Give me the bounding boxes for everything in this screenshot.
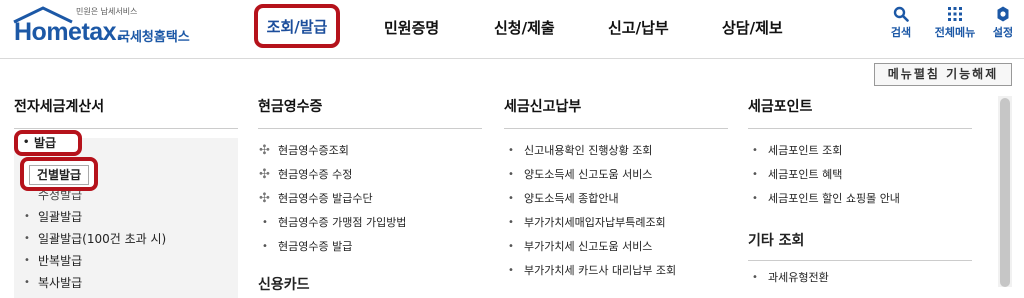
menu-item[interactable]: • 부가가치세 신고도움 서비스 (504, 235, 728, 259)
column-tax-report-payment: 세금신고납부 • 신고내용확인 진행상황 조회 • 양도소득세 신고도움 서비스 •… (504, 96, 728, 283)
submenu-list: • 일괄발급 • 일괄발급(100건 초과 시) • 반복발급 • 복사발급 (14, 206, 166, 294)
grid-menu-icon (948, 7, 962, 21)
bullet-icon: • (508, 217, 514, 228)
search-icon (893, 6, 909, 22)
bullet-icon: • (508, 193, 514, 204)
menu-item-repeat-issue[interactable]: • 반복발급 (14, 250, 166, 272)
all-menu-button[interactable]: 전체메뉴 (930, 6, 980, 40)
bullet-icon: • (262, 217, 268, 228)
menu-item[interactable]: • 세금포인트 혜택 (748, 163, 972, 187)
hometax-logo[interactable]: 민원은 납세서비스 Hometax. 국세청홈택스 (12, 4, 212, 54)
menu-item[interactable]: • 양도소득세 신고도움 서비스 (504, 163, 728, 187)
bullet-icon: • (508, 265, 514, 276)
menu-list: ✣ 현금영수증조회 ✣ 현금영수증 수정 ✣ 현금영수증 발급수단 • 현금영수증 가맹… (258, 139, 482, 259)
column-title-credit-card[interactable]: 신용카드 (258, 274, 310, 294)
column-title[interactable]: 세금포인트 (748, 96, 972, 129)
bullet-icon: • (508, 145, 514, 156)
search-button[interactable]: 검색 (876, 6, 926, 40)
menu-item[interactable]: • 부가가치세 카드사 대리납부 조회 (504, 259, 728, 283)
menu-item[interactable]: • 현금영수증 발급 (258, 235, 482, 259)
menu-item-copy-issue[interactable]: • 복사발급 (14, 272, 166, 294)
menu-item-label: 발급 (34, 136, 57, 150)
bullet-icon: • (262, 241, 268, 252)
menu-item[interactable]: ✣ 현금영수증 수정 (258, 163, 482, 187)
nav-consult-report[interactable]: 상담/제보 (722, 17, 783, 38)
logo-subtitle: 민원은 납세서비스 (76, 7, 138, 16)
menu-item-individual-issue[interactable]: 건별발급 (20, 157, 98, 191)
bullet-icon: • (24, 277, 30, 288)
column-title[interactable]: 전자세금계산서 (14, 96, 238, 129)
logo-korean-text: 국세청홈택스 (118, 30, 190, 45)
bullet-icon: • (508, 169, 514, 180)
menu-item[interactable]: ✣ 현금영수증 발급수단 (258, 187, 482, 211)
plus-icon: ✣ (259, 143, 270, 158)
plus-icon: ✣ (259, 191, 270, 206)
settings-button[interactable]: 설정 (978, 6, 1024, 40)
menu-fix-off-button[interactable]: 메뉴펼침 기능해제 (874, 63, 1012, 86)
bullet-icon: • (24, 211, 30, 222)
menu-item[interactable]: • 세금포인트 할인 쇼핑몰 안내 (748, 187, 972, 211)
bullet-icon: • (752, 169, 758, 180)
menu-item[interactable]: • 세금포인트 조회 (748, 139, 972, 163)
bullet-icon: • (23, 137, 30, 148)
column-title[interactable]: 현금영수증 (258, 96, 482, 129)
bullet-icon: • (752, 145, 758, 156)
column-e-tax-invoice: 전자세금계산서 (14, 96, 238, 129)
menu-item[interactable]: • 부가가치세매입자납부특례조회 (504, 211, 728, 235)
column-cash-receipt: 현금영수증 ✣ 현금영수증조회 ✣ 현금영수증 수정 ✣ 현금영수증 발급수단 • 현금… (258, 96, 482, 259)
plus-icon: ✣ (259, 167, 270, 182)
nav-report-payment[interactable]: 신고/납부 (608, 17, 669, 38)
bullet-icon: • (24, 233, 30, 244)
menu-list: • 신고내용확인 진행상황 조회 • 양도소득세 신고도움 서비스 • 양도소득세 종… (504, 139, 728, 283)
menu-item[interactable]: • 신고내용확인 진행상황 조회 (504, 139, 728, 163)
column-title-other-inquiry[interactable]: 기타 조회 (748, 232, 972, 261)
bullet-icon: • (508, 241, 514, 252)
menu-item[interactable]: • 현금영수증 가맹점 가입방법 (258, 211, 482, 235)
menu-list: • 세금포인트 조회 • 세금포인트 혜택 • 세금포인트 할인 쇼핑몰 안내 (748, 139, 972, 211)
column-tax-point: 세금포인트 • 세금포인트 조회 • 세금포인트 혜택 • 세금포인트 할인 쇼핑몰 … (748, 96, 972, 211)
gear-icon (997, 6, 1009, 22)
nav-inquiry-issue[interactable]: 조회/발급 (254, 4, 340, 48)
settings-label: 설정 (992, 26, 1014, 39)
column-title[interactable]: 세금신고납부 (504, 96, 728, 129)
menu-item[interactable]: • 양도소득세 종합안내 (504, 187, 728, 211)
menu-list: • 과세유형전환 (748, 266, 829, 290)
top-header: 민원은 납세서비스 Hometax. 국세청홈택스 조회/발급 민원증명 신청/… (0, 0, 1024, 59)
bullet-icon: • (752, 193, 758, 204)
menu-item[interactable]: ✣ 현금영수증조회 (258, 139, 482, 163)
scrollbar-thumb[interactable] (1000, 98, 1010, 287)
menu-item-bulk-issue-100[interactable]: • 일괄발급(100건 초과 시) (14, 228, 166, 250)
bullet-icon: • (752, 272, 758, 283)
nav-civil-certificate[interactable]: 민원증명 (384, 17, 439, 38)
menu-item-label: 건별발급 (29, 165, 89, 185)
nav-application-submit[interactable]: 신청/제출 (494, 17, 555, 38)
bullet-icon: • (24, 255, 30, 266)
search-label: 검색 (890, 26, 912, 39)
logo-text: Hometax. (14, 18, 123, 46)
menu-item-issue[interactable]: • 발급 (14, 130, 82, 156)
menu-item[interactable]: • 과세유형전환 (748, 266, 829, 290)
menu-item-bulk-issue[interactable]: • 일괄발급 (14, 206, 166, 228)
all-menu-label: 전체메뉴 (934, 26, 976, 39)
